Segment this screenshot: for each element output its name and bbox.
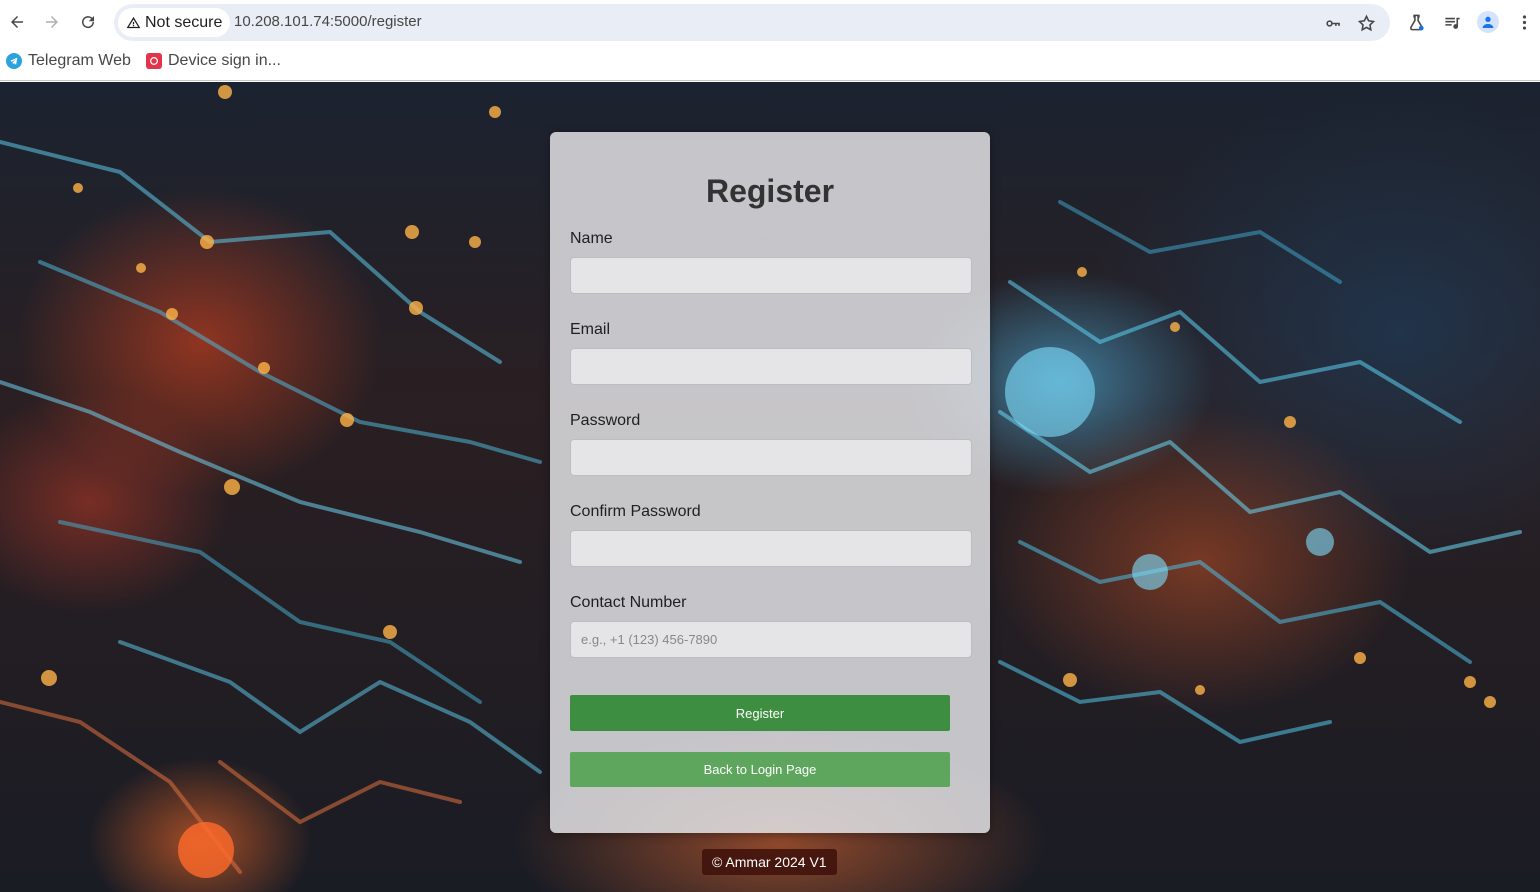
reload-button[interactable] (74, 8, 102, 36)
password-input[interactable] (570, 439, 972, 476)
arrow-left-icon (11, 16, 23, 28)
email-label: Email (570, 321, 611, 338)
password-label: Password (570, 412, 641, 429)
flask-icon (1409, 14, 1424, 30)
name-label: Name (570, 230, 613, 247)
confirm-password-label: Confirm Password (570, 503, 701, 520)
register-button[interactable]: Register (570, 695, 950, 731)
arrow-right-icon (46, 16, 58, 28)
star-icon (1357, 14, 1375, 31)
warning-icon (126, 16, 141, 29)
page-background: Register Name Email Password Confirm Pas… (0, 82, 1540, 892)
bookmark-star-button[interactable] (1354, 11, 1378, 35)
back-to-login-button[interactable]: Back to Login Page (570, 752, 950, 787)
footer-copyright: © Ammar 2024 V1 (702, 849, 837, 875)
telegram-icon (6, 53, 22, 69)
page-title: Register (705, 173, 835, 209)
bookmarks-bar: Telegram Web Device sign in... (0, 44, 1540, 81)
bookmark-label: Device sign in... (168, 52, 281, 69)
security-chip[interactable]: Not secure (118, 8, 231, 37)
security-label: Not secure (145, 13, 223, 31)
profile-avatar[interactable] (1477, 11, 1499, 33)
address-bar[interactable]: Not secure 10.208.101.74:5000/register (114, 4, 1390, 41)
contact-number-input[interactable] (570, 621, 972, 658)
confirm-password-input[interactable] (570, 530, 972, 567)
bookmark-label: Telegram Web (28, 52, 131, 69)
queue-music-icon (1444, 17, 1460, 29)
labs-button[interactable] (1403, 9, 1429, 35)
menu-button[interactable] (1511, 9, 1537, 35)
url-text[interactable]: 10.208.101.74:5000/register (234, 13, 422, 30)
bookmark-device-signin[interactable]: Device sign in... (146, 52, 281, 70)
key-icon (1325, 19, 1340, 27)
email-input[interactable] (570, 348, 972, 385)
forward-button[interactable] (38, 8, 66, 36)
register-card: Register Name Email Password Confirm Pas… (550, 132, 990, 833)
reload-icon (82, 16, 95, 29)
media-controls-button[interactable] (1439, 9, 1465, 35)
contact-number-label: Contact Number (570, 594, 687, 611)
person-icon (1482, 16, 1494, 28)
bookmark-telegram-web[interactable]: Telegram Web (6, 52, 131, 70)
browser-toolbar: Not secure 10.208.101.74:5000/register (0, 0, 1540, 44)
name-input[interactable] (570, 257, 972, 294)
back-button[interactable] (3, 8, 31, 36)
device-signin-icon (146, 53, 162, 69)
more-vert-icon (1522, 14, 1526, 30)
password-key-button[interactable] (1321, 11, 1345, 35)
